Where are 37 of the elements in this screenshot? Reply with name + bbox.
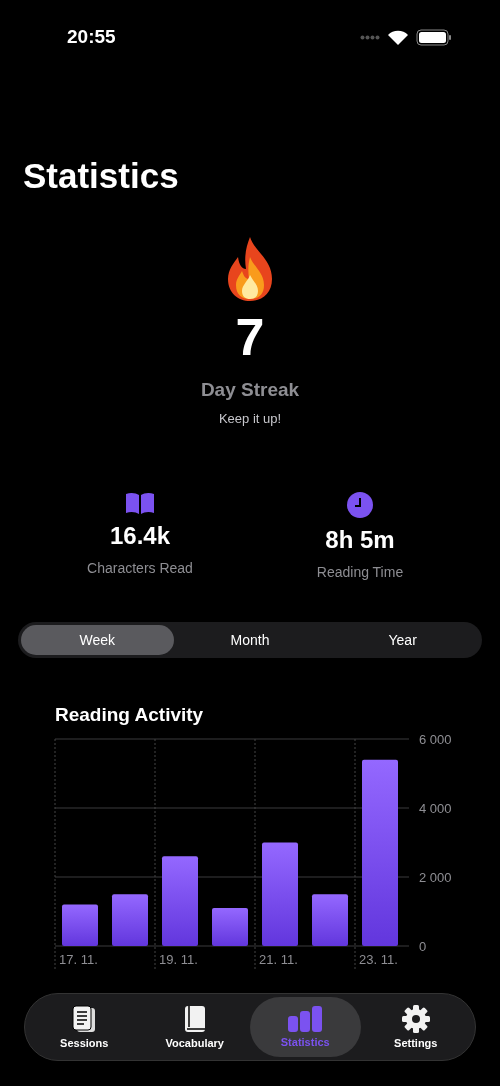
axis-label: 4 000 bbox=[419, 801, 452, 816]
bar-chart-icon bbox=[288, 1006, 323, 1032]
page-title: Statistics bbox=[23, 158, 180, 193]
period-tab[interactable]: Week bbox=[21, 625, 174, 655]
signal-icon bbox=[360, 34, 380, 40]
tab-bar-item[interactable]: Sessions bbox=[29, 997, 140, 1057]
axis-label: 19. 11. bbox=[159, 952, 198, 967]
axis-label: 17. 11. bbox=[59, 952, 98, 967]
stat-value: 8h 5m bbox=[325, 526, 395, 554]
tab-bar-item[interactable]: Vocabulary bbox=[139, 997, 250, 1057]
stat-value: 16.4k bbox=[109, 522, 171, 550]
chart-title: Reading Activity bbox=[55, 704, 205, 726]
chart-bar bbox=[112, 894, 148, 946]
clock-icon bbox=[347, 492, 373, 518]
document-icon bbox=[72, 1005, 97, 1033]
book-icon bbox=[125, 492, 155, 514]
tab-bar-item[interactable]: Settings bbox=[360, 997, 471, 1057]
period-tab[interactable]: Year bbox=[326, 625, 479, 655]
battery-icon bbox=[416, 28, 452, 46]
axis-label: 23. 11. bbox=[359, 952, 398, 967]
settings-icon bbox=[401, 1005, 430, 1033]
period-tab[interactable]: Month bbox=[173, 625, 327, 655]
stat-label: Reading Time bbox=[316, 564, 404, 580]
streak-message: Keep it up! bbox=[218, 411, 282, 426]
streak-count: 7 bbox=[235, 311, 265, 363]
wifi-icon bbox=[388, 29, 408, 45]
axis-label: 0 bbox=[419, 939, 427, 954]
chart-bar bbox=[312, 894, 348, 946]
status-time: 20:55 bbox=[67, 26, 116, 48]
stat-label: Characters Read bbox=[87, 560, 193, 576]
chart-bar bbox=[212, 908, 248, 946]
axis-label: 21. 11. bbox=[259, 952, 298, 967]
axis-label: 2 000 bbox=[419, 870, 452, 885]
chart-bar bbox=[62, 904, 98, 946]
axis-label: 6 000 bbox=[419, 734, 452, 747]
book-icon bbox=[182, 1005, 207, 1033]
streak-label: Day Streak bbox=[200, 379, 300, 401]
